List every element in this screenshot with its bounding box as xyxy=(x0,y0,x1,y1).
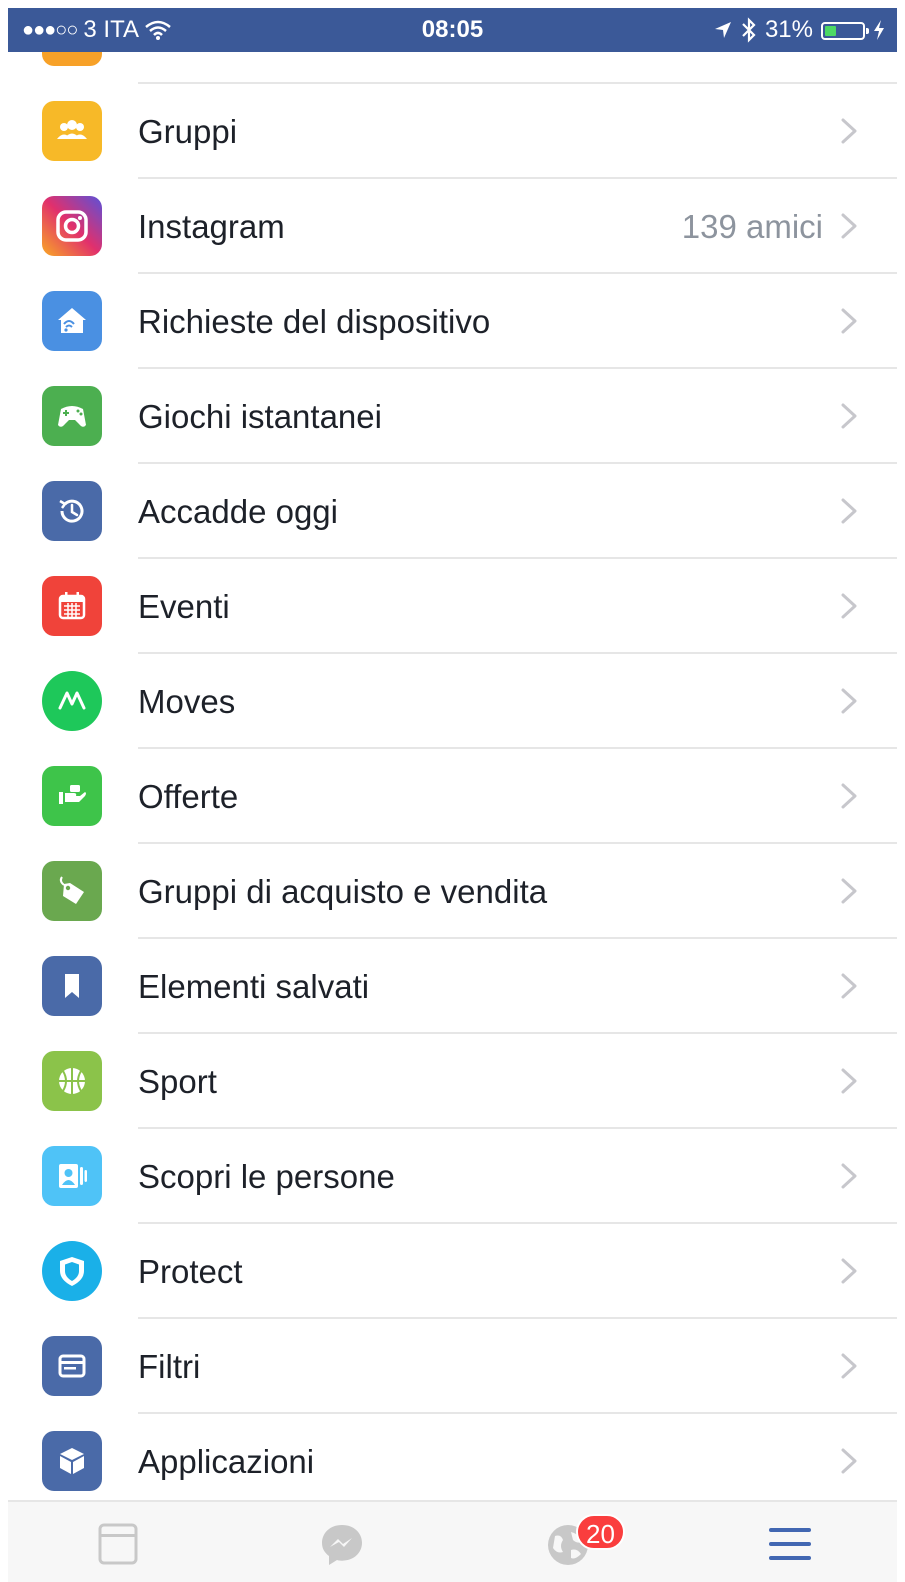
menu-item-label: Protect xyxy=(138,1253,243,1290)
partial-menu-row[interactable] xyxy=(8,52,897,84)
basketball-icon xyxy=(42,1051,102,1111)
price-tag-icon xyxy=(42,861,102,921)
chevron-right-icon xyxy=(841,1163,857,1189)
bookmark-icon xyxy=(42,956,102,1016)
notification-badge: 20 xyxy=(576,1514,625,1550)
menu-item-filtri[interactable]: Filtri xyxy=(8,1319,897,1414)
menu-item-richieste-dispositivo[interactable]: Richieste del dispositivo xyxy=(8,274,897,369)
chevron-right-icon xyxy=(841,213,857,239)
battery-icon xyxy=(821,22,869,40)
menu-item-protect[interactable]: Protect xyxy=(8,1224,897,1319)
moves-icon xyxy=(42,671,102,731)
menu-item-label: Gruppi di acquisto e vendita xyxy=(138,873,548,910)
menu-item-eventi[interactable]: Eventi xyxy=(8,559,897,654)
menu-item-label: Elementi salvati xyxy=(138,968,370,1005)
menu-item-label: Applicazioni xyxy=(138,1443,315,1480)
menu-list: Gruppi Instagram 139 amici Richieste del… xyxy=(8,84,897,1509)
menu-item-label: Accadde oggi xyxy=(138,493,338,530)
chevron-right-icon xyxy=(841,593,857,619)
menu-item-label: Moves xyxy=(138,683,236,720)
partial-row-icon xyxy=(42,52,102,66)
messenger-icon xyxy=(322,1525,362,1565)
menu-item-label: Scopri le persone xyxy=(138,1158,395,1195)
status-bar-right: 31% xyxy=(713,8,885,52)
battery-percentage: 31% xyxy=(764,16,813,43)
menu-tab[interactable] xyxy=(760,1522,820,1582)
history-clock-icon xyxy=(42,481,102,541)
menu-item-scopri-persone[interactable]: Scopri le persone xyxy=(8,1129,897,1224)
chevron-right-icon xyxy=(841,878,857,904)
chevron-right-icon xyxy=(841,1258,857,1284)
menu-item-label: Giochi istantanei xyxy=(138,398,382,435)
menu-item-sport[interactable]: Sport xyxy=(8,1034,897,1129)
phone-screen: ●●●○○ 3 ITA 08:05 31% Gruppi Instagram 1… xyxy=(0,0,905,1582)
calendar-icon xyxy=(42,576,102,636)
people-card-icon xyxy=(42,1146,102,1206)
chevron-right-icon xyxy=(841,688,857,714)
chevron-right-icon xyxy=(841,308,857,334)
charging-bolt-icon xyxy=(874,20,884,40)
groups-icon xyxy=(42,101,102,161)
menu-item-gruppi[interactable]: Gruppi xyxy=(8,84,897,179)
chevron-right-icon xyxy=(841,783,857,809)
filter-window-icon xyxy=(42,1336,102,1396)
menu-item-offerte[interactable]: Offerte xyxy=(8,749,897,844)
menu-item-moves[interactable]: Moves xyxy=(8,654,897,749)
menu-item-label: Eventi xyxy=(138,588,230,625)
menu-item-gruppi-acquisto-vendita[interactable]: Gruppi di acquisto e vendita xyxy=(8,844,897,939)
bottom-tab-bar: 20 xyxy=(8,1500,897,1582)
news-feed-tab[interactable] xyxy=(88,1522,148,1582)
notifications-tab[interactable]: 20 xyxy=(538,1514,625,1582)
chevron-right-icon xyxy=(841,118,857,144)
hamburger-menu-icon xyxy=(769,1528,811,1560)
newsfeed-icon xyxy=(98,1523,138,1565)
menu-item-label: Richieste del dispositivo xyxy=(138,303,491,340)
cube-icon xyxy=(42,1431,102,1491)
chevron-right-icon xyxy=(841,1068,857,1094)
location-arrow-icon xyxy=(714,22,731,38)
battery-level-fill xyxy=(825,26,837,36)
chevron-right-icon xyxy=(841,973,857,999)
menu-item-giochi-istantanei[interactable]: Giochi istantanei xyxy=(8,369,897,464)
chevron-right-icon xyxy=(841,498,857,524)
instagram-icon xyxy=(42,196,102,256)
gamepad-icon xyxy=(42,386,102,446)
menu-item-applicazioni[interactable]: Applicazioni xyxy=(8,1414,897,1509)
menu-item-label: Offerte xyxy=(138,778,239,815)
device-home-icon xyxy=(42,291,102,351)
chevron-right-icon xyxy=(841,1448,857,1474)
offer-hand-icon xyxy=(42,766,102,826)
menu-item-instagram[interactable]: Instagram 139 amici xyxy=(8,179,897,274)
shield-icon xyxy=(42,1241,102,1301)
menu-item-label: Gruppi xyxy=(138,113,238,150)
bluetooth-icon xyxy=(742,17,756,43)
menu-item-label: Filtri xyxy=(138,1348,201,1385)
chevron-right-icon xyxy=(841,403,857,429)
chevron-right-icon xyxy=(841,1353,857,1379)
menu-item-label: Sport xyxy=(138,1063,217,1100)
instagram-friends-count: 139 amici xyxy=(681,208,823,245)
menu-item-label: Instagram xyxy=(138,208,285,245)
menu-item-elementi-salvati[interactable]: Elementi salvati xyxy=(8,939,897,1034)
menu-item-accadde-oggi[interactable]: Accadde oggi xyxy=(8,464,897,559)
messenger-tab[interactable] xyxy=(312,1522,372,1582)
status-bar: ●●●○○ 3 ITA 08:05 31% xyxy=(8,8,897,52)
